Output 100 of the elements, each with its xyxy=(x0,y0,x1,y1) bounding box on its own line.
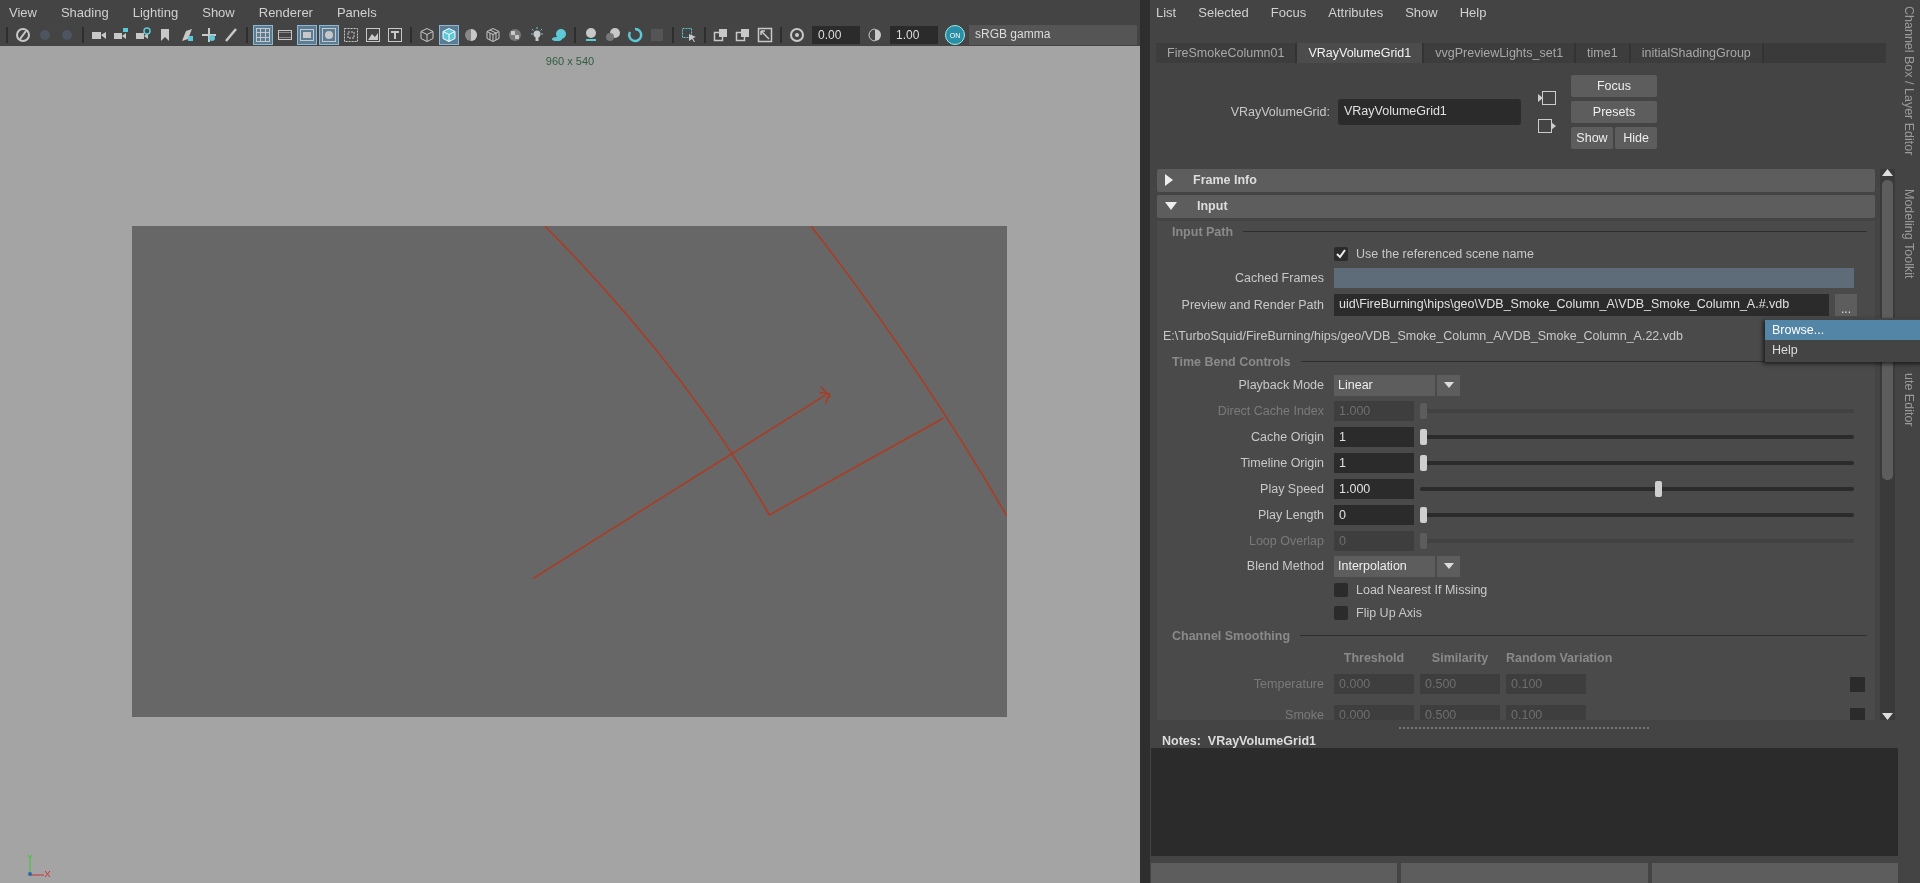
pan-icon xyxy=(201,27,217,43)
menu-item[interactable]: Help xyxy=(1459,4,1487,20)
checkbox-label: Use the referenced scene name xyxy=(1356,247,1534,262)
column-header: Random Variation xyxy=(1506,650,1613,665)
menu-item[interactable]: Attributes xyxy=(1328,4,1384,20)
field-label: Timeline Origin xyxy=(1239,455,1325,470)
field-label: Play Speed xyxy=(1259,481,1325,496)
input-connection-icon[interactable] xyxy=(1537,89,1557,106)
dot-icon xyxy=(59,27,75,43)
shaded-cube-icon xyxy=(441,27,457,43)
input-field[interactable] xyxy=(1334,267,1854,288)
slider-handle[interactable] xyxy=(1420,506,1427,523)
menu-item[interactable]: List xyxy=(1156,4,1177,20)
value-field[interactable]: 1 xyxy=(1334,452,1414,473)
scrollbar[interactable] xyxy=(1880,168,1895,720)
menu-item[interactable]: Help xyxy=(1765,340,1920,360)
field-label: Playback Mode xyxy=(1237,378,1325,393)
menu-item[interactable]: Shading xyxy=(60,4,109,20)
path-field[interactable]: uid\FireBurning\hips\geo\VDB_Smoke_Column_A\VDB_Smoke_Column_A.#.vdb xyxy=(1334,294,1829,317)
panel-button[interactable]: Focus xyxy=(1571,74,1657,97)
toolbar-button[interactable] xyxy=(297,25,317,45)
section-header[interactable]: Frame Info xyxy=(1157,168,1875,192)
toolbar-button[interactable] xyxy=(385,25,405,45)
number-field[interactable]: 0.00 xyxy=(812,26,860,44)
gate-icon xyxy=(299,27,315,43)
side-tab[interactable]: Channel Box / Layer Editor xyxy=(1902,6,1916,156)
column-header: Similarity xyxy=(1430,650,1490,665)
slider-handle[interactable] xyxy=(1654,480,1662,497)
toolbar-button[interactable] xyxy=(755,25,775,45)
frame-icon xyxy=(757,27,773,43)
dropdown[interactable]: Linear xyxy=(1334,374,1460,396)
menu-item[interactable]: View xyxy=(9,4,37,20)
sphere-icon xyxy=(583,27,599,43)
group-title: Time Bend Controls xyxy=(1172,354,1291,369)
field-label: Play Length xyxy=(1256,507,1325,522)
textured-cube-icon xyxy=(485,27,501,43)
caret-icon xyxy=(1443,382,1454,389)
side-tab[interactable]: ute Editor xyxy=(1902,372,1916,427)
panel-button[interactable]: Presets xyxy=(1571,100,1657,123)
output-connection-icon[interactable] xyxy=(1537,117,1557,134)
checkbox-label: Flip Up Axis xyxy=(1356,606,1422,621)
toolbar-button[interactable] xyxy=(363,25,383,45)
shadow-icon xyxy=(551,27,567,43)
panel-button[interactable]: Hide xyxy=(1615,126,1657,149)
value-field[interactable]: 1.000 xyxy=(1334,478,1414,499)
number-field[interactable]: 1.00 xyxy=(890,26,938,44)
safe-title-icon xyxy=(387,27,403,43)
menu-item[interactable]: Selected xyxy=(1198,4,1249,20)
field-label: Cached Frames xyxy=(1234,270,1325,285)
value-field[interactable]: 1 xyxy=(1334,426,1414,447)
toolbar-button[interactable] xyxy=(625,25,645,45)
toolbar-button[interactable] xyxy=(319,25,339,45)
browse-button[interactable]: ... xyxy=(1835,294,1857,317)
toolbar-button[interactable] xyxy=(199,25,219,45)
toolbar-button[interactable] xyxy=(439,25,459,45)
gate-mask-icon xyxy=(321,27,337,43)
field-chart-icon xyxy=(343,27,359,43)
dropdown[interactable]: Interpolation xyxy=(1334,555,1460,577)
field-label: Preview and Render Path xyxy=(1180,298,1325,313)
menu-item[interactable]: Panels xyxy=(336,4,377,20)
toolbar-button[interactable] xyxy=(341,25,361,45)
toolbar-button[interactable] xyxy=(787,25,807,45)
overlap-icon xyxy=(735,27,751,43)
overlap-icon xyxy=(713,27,729,43)
menu-item[interactable]: Renderer xyxy=(258,4,313,20)
checkbox[interactable] xyxy=(1334,606,1348,621)
checkbox[interactable] xyxy=(1334,583,1348,598)
menu-item[interactable]: Show xyxy=(202,4,235,20)
ring-icon xyxy=(627,27,643,43)
value-field[interactable]: 0 xyxy=(1334,504,1414,525)
film-icon xyxy=(277,27,293,43)
field-label: Cache Origin xyxy=(1250,429,1325,444)
group-title: Channel Smoothing xyxy=(1172,628,1291,643)
checkbox[interactable] xyxy=(1334,247,1348,262)
scroll-down-icon[interactable] xyxy=(1882,713,1893,720)
scroll-up-icon[interactable] xyxy=(1882,168,1893,176)
toolbar-button[interactable] xyxy=(483,25,503,45)
slider-handle[interactable] xyxy=(1420,454,1427,471)
expand-triangle-icon xyxy=(1165,174,1173,187)
menu-item[interactable]: Lighting xyxy=(132,4,179,20)
file-path-text: E:\TurboSquid/FireBurning/hips/geo/VDB_Smoke_Column_A/VDB_Smoke_Column_A.22.vdb xyxy=(1162,328,1683,343)
node-name-field[interactable]: VRayVolumeGrid1 xyxy=(1338,98,1521,125)
toolbar-button[interactable] xyxy=(13,25,33,45)
toolbar-button[interactable] xyxy=(417,25,437,45)
slider-handle[interactable] xyxy=(1420,428,1427,445)
section-header[interactable]: Input xyxy=(1157,194,1875,218)
color-space-dropdown[interactable]: sRGB gamma xyxy=(969,25,1137,45)
side-tab[interactable]: Modeling Toolkit xyxy=(1902,189,1916,279)
menu-item[interactable]: Show xyxy=(1405,4,1438,20)
toolbar-button[interactable] xyxy=(253,25,273,45)
half-moon-icon xyxy=(867,27,883,43)
notes-field[interactable] xyxy=(1151,748,1900,856)
tab[interactable]: VRayVolumeGrid1 xyxy=(1297,43,1425,63)
menu-item[interactable]: Browse... xyxy=(1765,320,1920,340)
pencil-icon xyxy=(223,27,239,43)
select-arrow-icon xyxy=(681,27,697,43)
menu-item[interactable]: Focus xyxy=(1270,4,1307,20)
bulb-icon xyxy=(529,27,545,43)
sphere-dim-icon xyxy=(605,27,621,43)
panel-button[interactable]: Show xyxy=(1571,126,1613,149)
